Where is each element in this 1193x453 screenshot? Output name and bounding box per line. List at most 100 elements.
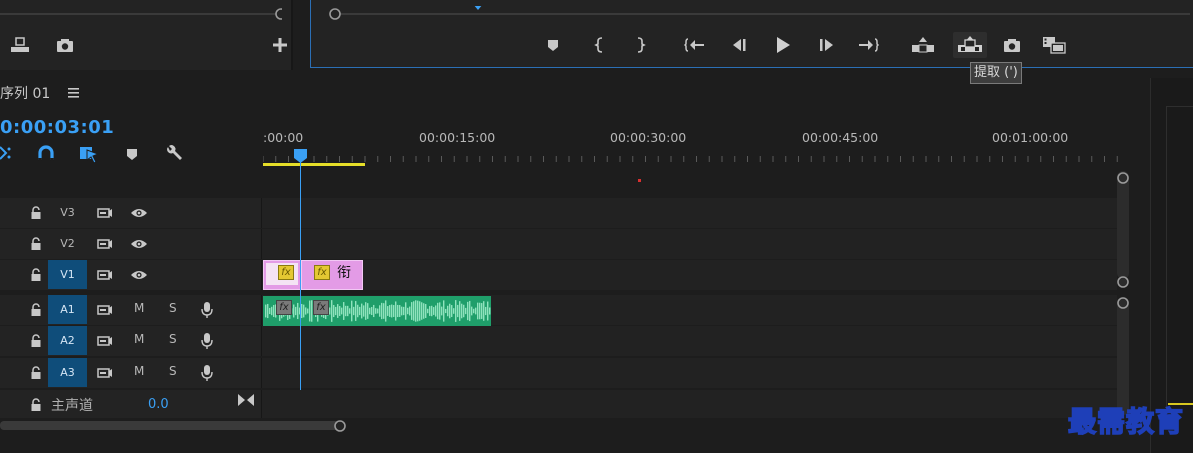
lift-button[interactable] <box>911 33 935 57</box>
go-to-out-button[interactable] <box>857 33 881 57</box>
track-row-audio: A1 M S <box>0 295 1117 325</box>
mark-in-icon <box>594 37 603 53</box>
track-target-a3[interactable]: A3 <box>48 358 87 387</box>
fx-badge[interactable]: fx <box>276 300 292 315</box>
step-forward-icon <box>820 39 833 51</box>
add-button[interactable] <box>268 33 292 57</box>
play-button[interactable] <box>771 33 795 57</box>
sequence-tab-title[interactable]: 序列 01 <box>0 83 50 103</box>
track-row-video: V2 <box>0 229 1117 259</box>
lock-icon[interactable] <box>30 334 42 348</box>
add-marker-timeline-button[interactable] <box>120 142 144 166</box>
lock-icon[interactable] <box>30 366 42 380</box>
hamburger-icon[interactable] <box>68 88 79 98</box>
track-content-area[interactable] <box>262 326 1117 356</box>
fx-badge[interactable]: fx <box>314 265 330 280</box>
lock-icon[interactable] <box>30 303 42 317</box>
sync-lock-icon[interactable] <box>97 366 113 380</box>
solo-button[interactable]: S <box>169 301 177 315</box>
lock-icon[interactable] <box>30 268 42 282</box>
track-target-a2[interactable]: A2 <box>48 326 87 355</box>
solo-button[interactable]: S <box>169 332 177 346</box>
track-target-v1[interactable]: V1 <box>48 260 87 289</box>
program-scrollbar[interactable] <box>320 6 1190 22</box>
extract-tooltip: 提取 (') <box>970 62 1022 84</box>
camera-button[interactable] <box>53 33 77 57</box>
track-content-area[interactable] <box>262 198 1117 228</box>
track-content-area[interactable] <box>262 260 1117 290</box>
sync-lock-icon[interactable] <box>97 334 113 348</box>
export-frame-icon-button[interactable] <box>8 33 32 57</box>
track-target-v3[interactable]: V3 <box>48 198 87 227</box>
export-icon <box>11 37 29 52</box>
track-header: V2 <box>0 229 262 259</box>
track-content-area[interactable] <box>262 229 1117 259</box>
video-clip[interactable]: fx 衔 <box>301 260 363 290</box>
master-volume-value[interactable]: 0.0 <box>148 397 169 412</box>
microphone-icon[interactable] <box>201 301 213 319</box>
add-marker-button[interactable] <box>541 33 565 57</box>
fx-badge[interactable]: fx <box>313 300 329 315</box>
eye-icon[interactable] <box>130 269 148 281</box>
mute-button[interactable]: M <box>134 364 144 378</box>
fx-badge[interactable]: fx <box>278 265 294 280</box>
extract-button[interactable] <box>953 32 987 58</box>
microphone-icon[interactable] <box>201 332 213 350</box>
lock-icon[interactable] <box>30 206 42 220</box>
clip-name: 衔 <box>337 265 351 281</box>
lock-icon[interactable] <box>30 398 42 412</box>
timeline-settings-button[interactable] <box>162 142 186 166</box>
time-ruler[interactable] <box>263 150 1123 164</box>
compare-view-button[interactable] <box>1042 33 1066 57</box>
eye-icon[interactable] <box>130 207 148 219</box>
ruler-label: 00:00:45:00 <box>802 130 879 145</box>
go-to-out-icon <box>859 38 880 52</box>
track-target-a1[interactable]: A1 <box>48 295 87 324</box>
playhead-timecode[interactable]: 0:00:03:01 <box>0 117 114 138</box>
master-expand-icon[interactable] <box>237 393 255 407</box>
camera-icon <box>1004 39 1020 52</box>
marker-icon <box>127 149 137 160</box>
solo-button[interactable]: S <box>169 364 177 378</box>
linked-selection-button[interactable] <box>77 142 101 166</box>
nest-toggle-button[interactable] <box>0 142 18 166</box>
step-forward-button[interactable] <box>815 33 839 57</box>
ruler-label: 00:00:15:00 <box>419 130 496 145</box>
sync-lock-icon[interactable] <box>97 237 113 251</box>
ruler-label: 00:00:30:00 <box>610 130 687 145</box>
audio-clip[interactable]: fx fx <box>263 296 491 326</box>
snap-button[interactable] <box>34 142 58 166</box>
marker-icon <box>548 40 558 51</box>
adjacent-panel-frame <box>1166 106 1193 407</box>
eye-icon[interactable] <box>130 238 148 250</box>
watermark-logo: 最需教育 <box>1067 404 1185 439</box>
track-content-area[interactable] <box>262 358 1117 388</box>
playhead-handle[interactable] <box>293 148 308 164</box>
microphone-icon[interactable] <box>201 364 213 382</box>
track-row-video: V1 <box>0 260 1117 290</box>
track-header: A1 M S <box>0 295 262 325</box>
sync-lock-icon[interactable] <box>97 206 113 220</box>
track-target-v2[interactable]: V2 <box>48 229 87 258</box>
lift-icon <box>912 37 934 53</box>
playhead-line[interactable] <box>300 150 301 418</box>
mute-button[interactable]: M <box>134 301 144 315</box>
timeline-vertical-scrollbar[interactable] <box>1117 165 1129 415</box>
track-header: V3 <box>0 198 262 228</box>
lock-icon[interactable] <box>30 237 42 251</box>
mark-in-button[interactable] <box>588 33 612 57</box>
film-compare-icon <box>1043 37 1066 54</box>
go-to-in-button[interactable] <box>683 33 707 57</box>
video-clip[interactable]: fx <box>263 260 301 290</box>
timeline-horizontal-scrollbar[interactable] <box>0 419 1117 433</box>
export-frame-button[interactable] <box>1000 33 1024 57</box>
step-back-button[interactable] <box>727 33 751 57</box>
mark-out-button[interactable] <box>628 33 652 57</box>
track-header: V1 <box>0 260 262 290</box>
source-scrollbar[interactable] <box>0 6 282 22</box>
extract-icon <box>958 36 982 52</box>
sync-lock-icon[interactable] <box>97 303 113 317</box>
mute-button[interactable]: M <box>134 332 144 346</box>
sync-lock-icon[interactable] <box>97 268 113 282</box>
work-area-bar[interactable] <box>263 163 365 166</box>
